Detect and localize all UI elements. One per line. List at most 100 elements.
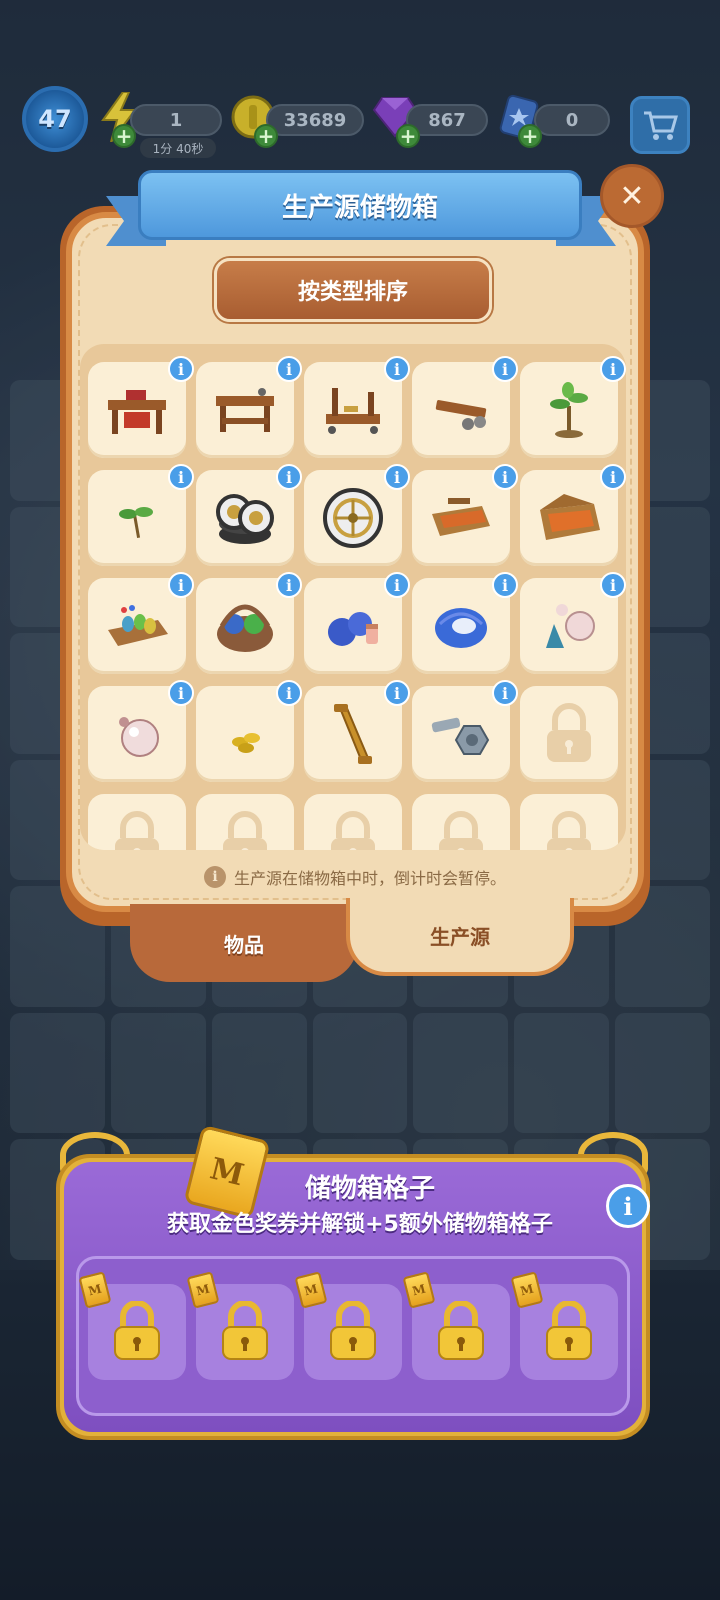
item-info-button[interactable]: i — [600, 572, 626, 598]
nut-bolt-icon — [431, 717, 490, 755]
info-icon: i — [203, 866, 226, 888]
tab-items[interactable]: 物品 — [130, 904, 358, 982]
add-gems-button[interactable]: + — [396, 124, 420, 148]
handle-icon — [334, 704, 372, 764]
lock-icon — [439, 811, 483, 850]
gold-lock-icon — [222, 1301, 268, 1360]
info-note: i 生产源在储物箱中时，倒计时会暂停。 — [66, 862, 644, 892]
workbench-icon — [216, 388, 274, 432]
gold-lock-icon — [546, 1301, 592, 1360]
item-info-button[interactable]: i — [384, 572, 410, 598]
item-info-button[interactable]: i — [384, 356, 410, 382]
storage-slot[interactable]: i — [520, 464, 626, 566]
sprout-icon — [119, 507, 153, 538]
item-info-button[interactable]: i — [168, 356, 194, 382]
storage-slot[interactable]: i — [196, 680, 302, 782]
lock-icon — [223, 811, 267, 850]
add-coins-button[interactable]: + — [254, 124, 278, 148]
locked-storage-slot[interactable] — [520, 686, 618, 782]
premium-locked-slot[interactable]: M — [294, 1271, 402, 1380]
item-info-button[interactable]: i — [276, 572, 302, 598]
wheel-stack-icon — [216, 494, 274, 544]
item-info-button[interactable]: i — [600, 356, 626, 382]
item-info-button[interactable]: i — [384, 680, 410, 706]
item-info-button[interactable]: i — [492, 680, 518, 706]
lock-icon — [331, 811, 375, 850]
item-info-button[interactable]: i — [276, 464, 302, 490]
promo-title: 储物箱格子 — [304, 1174, 435, 1204]
lock-icon — [547, 811, 591, 850]
locked-storage-slot[interactable] — [304, 794, 402, 850]
storage-slot[interactable]: i — [412, 680, 518, 782]
premium-locked-slot[interactable]: M — [402, 1271, 510, 1380]
sewing-tray-icon — [108, 605, 168, 646]
item-info-button[interactable]: i — [492, 572, 518, 598]
top-hud: 47 1 + 1分 40秒 33689 + 867 + 0 + — [0, 86, 720, 158]
add-energy-button[interactable]: + — [112, 124, 136, 148]
storage-slot[interactable]: i — [412, 464, 518, 566]
storage-slot[interactable]: i — [412, 356, 518, 458]
item-info-button[interactable]: i — [492, 464, 518, 490]
energy-counter: 1 — [130, 104, 222, 136]
storage-slot[interactable]: i — [88, 464, 194, 566]
tab-producers[interactable]: 生产源 — [346, 898, 574, 976]
cart-icon — [644, 111, 678, 140]
storage-slot[interactable]: i — [196, 572, 302, 674]
storage-slot[interactable]: i — [196, 464, 302, 566]
storage-slot[interactable]: i — [304, 572, 410, 674]
gold-lock-icon — [330, 1301, 376, 1360]
wheel-icon — [323, 488, 383, 548]
shop-cart-button[interactable] — [630, 96, 690, 154]
lock-icon — [547, 703, 591, 762]
sort-by-type-button[interactable]: 按类型排序 — [214, 258, 492, 322]
yarn-balls-icon — [328, 612, 378, 646]
premium-locked-slot[interactable]: M — [510, 1271, 618, 1380]
item-info-button[interactable]: i — [492, 356, 518, 382]
promo-info-button[interactable]: i — [606, 1184, 650, 1228]
storage-slot[interactable]: i — [304, 356, 410, 458]
wheel-cart-icon — [435, 400, 487, 430]
sapling-icon — [550, 382, 588, 438]
yarn-basket-icon — [217, 604, 273, 652]
storage-slot[interactable]: i — [88, 356, 194, 458]
storage-slot[interactable]: i — [304, 680, 410, 782]
close-icon: ✕ — [619, 178, 645, 214]
locked-storage-slot[interactable] — [88, 794, 186, 850]
item-info-button[interactable]: i — [276, 356, 302, 382]
pearl-icon — [119, 717, 159, 757]
coin-counter: 33689 — [266, 104, 364, 136]
storage-grid[interactable]: i i i i i i i i i i i i i i i i i i i — [80, 344, 626, 850]
storage-slot[interactable]: i — [304, 464, 410, 566]
locked-storage-slot[interactable] — [412, 794, 510, 850]
item-info-button[interactable]: i — [168, 572, 194, 598]
workbench-red-icon — [108, 390, 166, 434]
locked-storage-slot[interactable] — [196, 794, 294, 850]
premium-locked-slot[interactable]: M — [186, 1271, 294, 1380]
promo-subtitle: 获取金色奖券并解锁+5额外储物箱格子 — [167, 1212, 553, 1237]
ticket-letter: M — [206, 1151, 248, 1193]
storage-slot[interactable]: i — [520, 356, 626, 458]
seeds-icon — [232, 733, 260, 753]
item-info-button[interactable]: i — [168, 680, 194, 706]
level-badge[interactable]: 47 — [22, 86, 88, 152]
toolbox-open-icon — [540, 494, 600, 540]
add-cards-button[interactable]: + — [518, 124, 542, 148]
premium-locked-slot[interactable]: M — [78, 1271, 186, 1380]
item-info-button[interactable]: i — [600, 464, 626, 490]
energy-timer: 1分 40秒 — [140, 138, 216, 158]
storage-slot[interactable]: i — [196, 356, 302, 458]
gold-lock-icon — [438, 1301, 484, 1360]
panel-title: 生产源储物箱 — [138, 170, 582, 240]
gold-lock-icon — [114, 1301, 160, 1360]
item-info-button[interactable]: i — [384, 464, 410, 490]
toolbox-icon — [432, 498, 490, 536]
storage-slot[interactable]: i — [88, 572, 194, 674]
item-info-button[interactable]: i — [276, 680, 302, 706]
item-info-button[interactable]: i — [168, 464, 194, 490]
storage-slot[interactable]: i — [88, 680, 194, 782]
storage-slot[interactable]: i — [520, 572, 626, 674]
close-button[interactable]: ✕ — [600, 164, 664, 228]
locked-storage-slot[interactable] — [520, 794, 618, 850]
storage-slot[interactable]: i — [412, 572, 518, 674]
pearl-tassel-icon — [546, 604, 595, 648]
